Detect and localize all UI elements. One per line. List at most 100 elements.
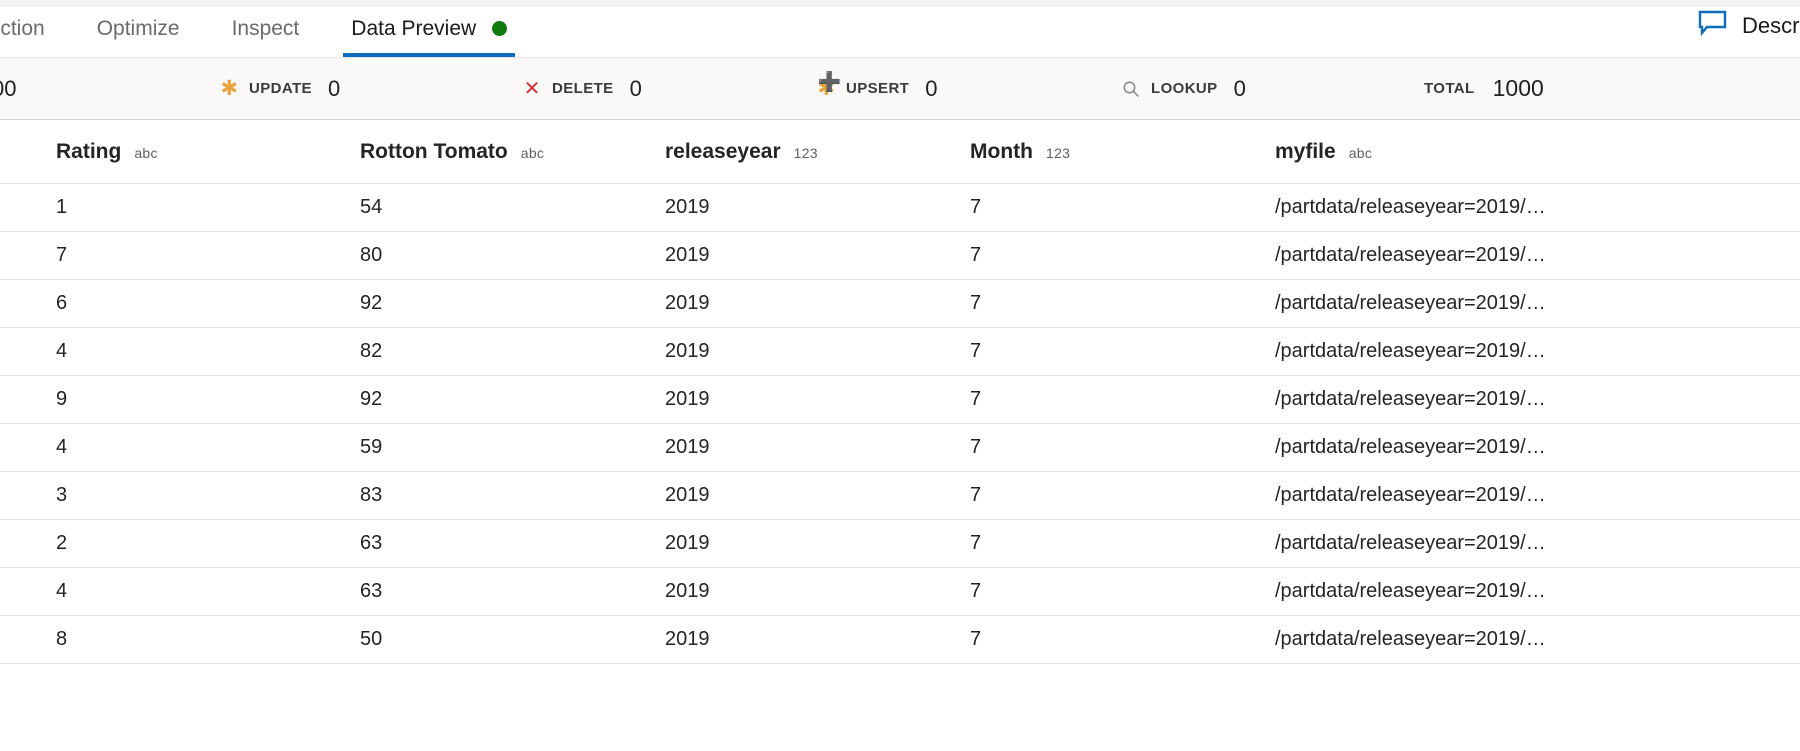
cell-releaseyear[interactable]: 2019: [625, 423, 930, 472]
cell-releaseyear[interactable]: 2019: [625, 567, 930, 616]
cell-rating[interactable]: 2: [0, 519, 320, 568]
column-type-tag: abc: [1348, 144, 1373, 161]
cell-month[interactable]: 7: [930, 519, 1235, 568]
tab-label: Data Preview: [351, 16, 477, 40]
table-row[interactable]: 4 82 2019 7/partdata/releaseyear=2019/…: [0, 327, 1800, 376]
table-row[interactable]: 8 50 2019 7/partdata/releaseyear=2019/…: [0, 615, 1800, 664]
stat-upsert: ✱ ➕ UPSERT 0: [815, 72, 938, 102]
cell-myfile[interactable]: /partdata/releaseyear=2019/…: [1235, 519, 1800, 568]
cell-releaseyear[interactable]: 2019: [625, 519, 930, 568]
cell-rotton-tomato[interactable]: 63: [320, 519, 625, 568]
cell-myfile[interactable]: /partdata/releaseyear=2019/…: [1235, 375, 1800, 424]
cell-myfile[interactable]: /partdata/releaseyear=2019/…: [1235, 423, 1800, 472]
cell-value: 2019: [665, 388, 710, 410]
cell-rotton-tomato[interactable]: 59: [320, 423, 625, 472]
cell-month[interactable]: 7: [930, 231, 1235, 280]
cell-value: 7: [970, 292, 982, 314]
cell-releaseyear[interactable]: 2019: [625, 471, 930, 520]
table-row[interactable]: 4 59 2019 7/partdata/releaseyear=2019/…: [0, 423, 1800, 472]
cell-value: 2019: [665, 292, 710, 314]
cell-value: 2: [56, 532, 68, 554]
cell-myfile[interactable]: /partdata/releaseyear=2019/…: [1235, 183, 1800, 232]
column-header-releaseyear[interactable]: releaseyear 123: [625, 120, 930, 184]
cell-rotton-tomato[interactable]: 82: [320, 327, 625, 376]
cell-value: 2019: [665, 532, 710, 554]
cell-myfile[interactable]: /partdata/releaseyear=2019/…: [1235, 567, 1800, 616]
cell-rating[interactable]: 3: [0, 471, 320, 520]
tab-inspect[interactable]: Inspect: [206, 0, 326, 57]
cell-rotton-tomato[interactable]: 50: [320, 615, 625, 664]
cell-month[interactable]: 7: [930, 423, 1235, 472]
cell-month[interactable]: 7: [930, 279, 1235, 328]
table-row[interactable]: 4 63 2019 7/partdata/releaseyear=2019/…: [0, 567, 1800, 616]
tab-list: jection Optimize Inspect Data Preview: [0, 0, 533, 57]
search-icon: [1120, 78, 1142, 100]
cell-rating[interactable]: 1: [0, 183, 320, 232]
cell-rotton-tomato[interactable]: 92: [320, 279, 625, 328]
tab-label: jection: [0, 16, 45, 40]
table-row[interactable]: 6 92 2019 7/partdata/releaseyear=2019/…: [0, 279, 1800, 328]
cell-value: 80: [360, 244, 383, 266]
cell-myfile[interactable]: /partdata/releaseyear=2019/…: [1235, 279, 1800, 328]
cell-rating[interactable]: 8: [0, 615, 320, 664]
column-name: Rating: [56, 139, 122, 163]
cell-rotton-tomato[interactable]: 54: [320, 183, 625, 232]
cell-rating[interactable]: 4: [0, 423, 320, 472]
cell-releaseyear[interactable]: 2019: [625, 231, 930, 280]
cell-myfile[interactable]: /partdata/releaseyear=2019/…: [1235, 231, 1800, 280]
cell-rating[interactable]: 6: [0, 279, 320, 328]
table-row[interactable]: 1 54 2019 7/partdata/releaseyear=2019/…: [0, 183, 1800, 232]
cell-value: 82: [360, 340, 383, 362]
stat-upsert-label: UPSERT: [846, 80, 910, 97]
cell-month[interactable]: 7: [930, 567, 1235, 616]
cell-value: 2019: [665, 244, 710, 266]
stat-delete-label: DELETE: [552, 80, 614, 97]
cell-releaseyear[interactable]: 2019: [625, 615, 930, 664]
stat-lookup: LOOKUP 0: [1120, 76, 1246, 102]
cell-rating[interactable]: 4: [0, 567, 320, 616]
cell-releaseyear[interactable]: 2019: [625, 279, 930, 328]
column-header-rating[interactable]: Rating abc: [0, 120, 320, 184]
cell-rotton-tomato[interactable]: 92: [320, 375, 625, 424]
table-row[interactable]: 2 63 2019 7/partdata/releaseyear=2019/…: [0, 519, 1800, 568]
description-button[interactable]: Description: [1698, 10, 1800, 48]
cell-month[interactable]: 7: [930, 375, 1235, 424]
cell-month[interactable]: 7: [930, 183, 1235, 232]
cell-myfile[interactable]: /partdata/releaseyear=2019/…: [1235, 615, 1800, 664]
cell-rotton-tomato[interactable]: 63: [320, 567, 625, 616]
cell-month[interactable]: 7: [930, 615, 1235, 664]
tab-optimize[interactable]: Optimize: [71, 0, 206, 57]
cell-releaseyear[interactable]: 2019: [625, 375, 930, 424]
cell-releaseyear[interactable]: 2019: [625, 327, 930, 376]
cell-value: 3: [56, 484, 68, 506]
cell-value: 83: [360, 484, 383, 506]
cell-value: 2019: [665, 436, 710, 458]
data-preview-table: Rating abc Rotton Tomato abc releaseyear…: [0, 120, 1800, 664]
stat-update-label: UPDATE: [249, 80, 312, 97]
cell-myfile[interactable]: /partdata/releaseyear=2019/…: [1235, 471, 1800, 520]
cell-rating[interactable]: 4: [0, 327, 320, 376]
cell-value: 1: [56, 196, 68, 218]
cell-rating[interactable]: 7: [0, 231, 320, 280]
table-row[interactable]: 3 83 2019 7/partdata/releaseyear=2019/…: [0, 471, 1800, 520]
column-header-rotton-tomato[interactable]: Rotton Tomato abc: [320, 120, 625, 184]
stat-insert-value: 00: [0, 75, 17, 101]
table-row[interactable]: 7 80 2019 7/partdata/releaseyear=2019/…: [0, 231, 1800, 280]
cell-value: 4: [56, 436, 68, 458]
upsert-asterisk-plus-icon: ✱ ➕: [817, 72, 842, 100]
cell-value: 92: [360, 292, 383, 314]
cell-month[interactable]: 7: [930, 471, 1235, 520]
tab-data-preview[interactable]: Data Preview: [325, 0, 533, 57]
table-row[interactable]: 9 92 2019 7/partdata/releaseyear=2019/…: [0, 375, 1800, 424]
cell-rating[interactable]: 9: [0, 375, 320, 424]
cell-value: 63: [360, 532, 383, 554]
cell-month[interactable]: 7: [930, 327, 1235, 376]
cell-rotton-tomato[interactable]: 80: [320, 231, 625, 280]
column-header-month[interactable]: Month 123: [930, 120, 1235, 184]
tab-projection[interactable]: jection: [0, 0, 71, 57]
cell-releaseyear[interactable]: 2019: [625, 183, 930, 232]
cell-myfile[interactable]: /partdata/releaseyear=2019/…: [1235, 327, 1800, 376]
comment-icon: [1698, 10, 1728, 42]
cell-rotton-tomato[interactable]: 83: [320, 471, 625, 520]
column-header-myfile[interactable]: myfile abc: [1235, 120, 1800, 184]
